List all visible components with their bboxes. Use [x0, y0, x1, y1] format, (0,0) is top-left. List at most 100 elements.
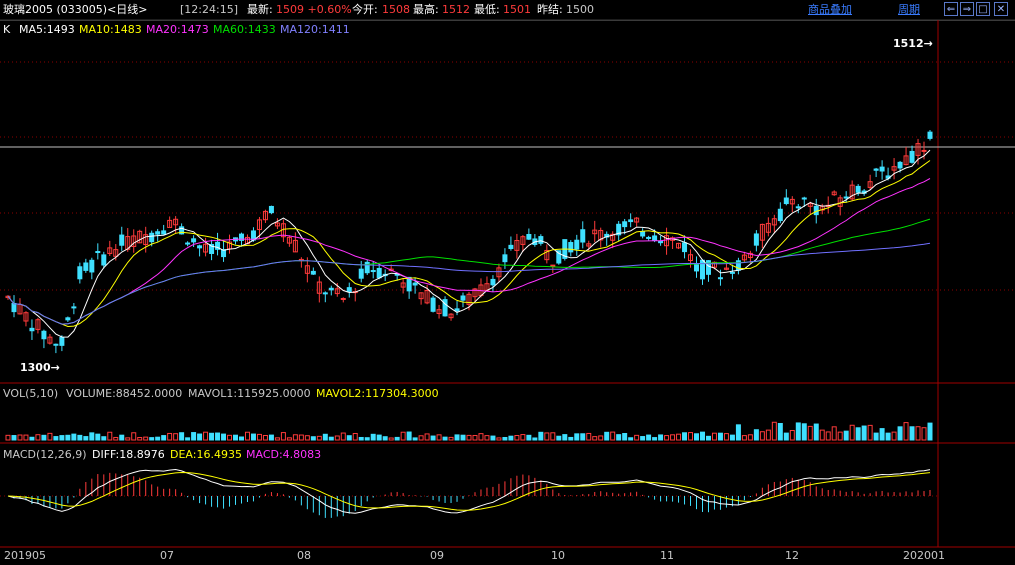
volume-bar	[807, 425, 813, 441]
candle-body	[879, 166, 885, 172]
volume-bar	[23, 434, 29, 441]
ma120-line	[7, 242, 931, 325]
volume-bar	[783, 432, 789, 441]
volume-bar	[322, 433, 328, 441]
low-annotation-value: 1300	[20, 361, 51, 374]
candle-body	[310, 270, 316, 275]
volume-bar	[568, 436, 574, 441]
candle-body	[328, 287, 334, 291]
volume-bar	[688, 432, 694, 441]
volume-bar	[352, 432, 358, 441]
volume-bar	[424, 433, 430, 441]
x-label-11: 11	[660, 549, 674, 562]
volume-bar	[915, 426, 921, 441]
ma20-legend: MA20:1473	[146, 23, 209, 36]
candle-body	[430, 297, 436, 312]
volume-bar	[526, 434, 532, 441]
volume-bar	[203, 431, 209, 441]
macd-diff-line	[7, 468, 931, 514]
ma120-legend: MA120:1411	[280, 23, 350, 36]
candle-body	[155, 231, 161, 235]
volume-bar	[873, 432, 879, 441]
volume-bar	[340, 432, 346, 441]
volume-bar	[233, 434, 239, 441]
volume-bar	[406, 431, 412, 441]
volume-bar	[610, 431, 616, 441]
candle-body	[268, 205, 274, 214]
volume-bar	[795, 422, 801, 441]
macd-legend-name: MACD(12,26,9)	[3, 448, 87, 461]
x-label-07: 07	[160, 549, 174, 562]
volume-bar	[400, 431, 406, 441]
volume-bar	[143, 436, 149, 441]
volume-bar	[5, 434, 11, 441]
volume-bar	[747, 434, 753, 441]
volume-bar	[891, 431, 897, 441]
volume-bar	[185, 437, 191, 441]
volume-bar	[855, 427, 861, 441]
volume-bar	[161, 435, 167, 441]
x-label-202001: 202001	[903, 549, 945, 562]
volume-bar	[729, 434, 735, 441]
volume-bar	[167, 432, 173, 441]
high-annotation-value: 1512	[893, 37, 924, 50]
macd-legend-diff: DIFF:18.8976	[92, 448, 165, 461]
volume-bar	[53, 436, 59, 441]
volume-bar	[634, 434, 640, 441]
candle-body	[795, 206, 801, 209]
candle-body	[855, 185, 861, 193]
volume-bar	[227, 434, 233, 441]
volume-bar	[310, 436, 316, 441]
candle-body	[95, 251, 101, 254]
candle-body	[729, 271, 735, 274]
candle-body	[340, 297, 346, 300]
candle-body	[65, 317, 71, 321]
candle-body	[538, 236, 544, 244]
volume-bar	[694, 433, 700, 441]
macd-legend-dea: DEA:16.4935	[170, 448, 242, 461]
volume-bar	[209, 432, 215, 441]
volume-bar	[801, 423, 807, 441]
candle-body	[358, 268, 364, 279]
candle-body	[89, 259, 95, 273]
candle-body	[909, 150, 915, 163]
candle-body	[843, 196, 849, 199]
candle-body	[101, 254, 107, 266]
volume-bar	[244, 431, 250, 441]
candle-body	[53, 343, 59, 346]
kline-chart[interactable]	[0, 0, 1015, 565]
volume-bar	[502, 436, 508, 441]
candle-body	[460, 295, 466, 301]
volume-bar	[179, 432, 185, 441]
candle-body	[370, 270, 376, 273]
volume-bar	[879, 428, 885, 441]
volume-bar	[831, 426, 837, 441]
volume-bar	[478, 433, 484, 441]
volume-bar	[89, 432, 95, 441]
ma10-legend: MA10:1483	[79, 23, 142, 36]
volume-bar	[550, 432, 556, 441]
volume-bar	[705, 435, 711, 441]
candle-body	[119, 234, 125, 246]
volume-bar	[472, 434, 478, 441]
volume-bar	[131, 432, 137, 441]
volume-bar	[759, 431, 765, 441]
candle-body	[197, 245, 203, 249]
candle-body	[568, 242, 574, 253]
volume-bar	[544, 432, 550, 441]
volume-bar	[221, 433, 227, 441]
volume-bar	[484, 435, 490, 441]
volume-bar	[628, 437, 634, 441]
volume-bar	[173, 433, 179, 441]
volume-bar	[292, 434, 298, 441]
candle-body	[873, 168, 879, 171]
volume-bar	[741, 435, 747, 441]
volume-bar	[119, 434, 125, 441]
volume-bar	[155, 436, 161, 441]
candle-body	[921, 149, 927, 152]
volume-bar	[256, 433, 262, 441]
volume-bar	[29, 436, 35, 441]
vol-legend-mavol1: MAVOL1:115925.0000	[188, 387, 311, 400]
x-label-09: 09	[430, 549, 444, 562]
volume-bar	[837, 431, 843, 441]
